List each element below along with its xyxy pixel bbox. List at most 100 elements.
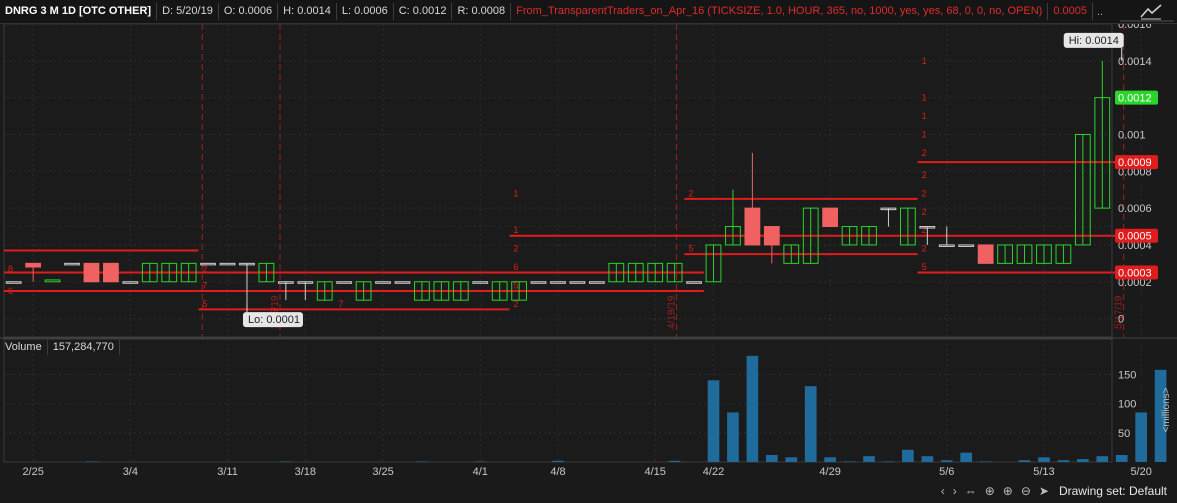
open-label: O: 0.0006 [219,3,279,20]
volume-bar [765,455,778,462]
range-label: R: 0.0008 [452,3,512,20]
volume-bar [940,460,953,462]
high-label: H: 0.0014 [278,3,337,20]
level-annotation: 2 [922,244,927,254]
candle-body [763,226,780,246]
price-axis-label: 0.0006 [1118,203,1152,215]
x-axis-label: 3/4 [123,466,138,478]
x-axis-label: 4/1 [473,466,488,478]
level-annotation: 2 [202,264,207,274]
volume-bar [1057,460,1070,462]
volume-bar [1077,459,1089,462]
level-annotation: 5 [922,262,927,272]
level-annotation: 1 [922,111,927,121]
volume-bar [902,449,914,462]
low-label: L: 0.0006 [337,3,394,20]
volume-bar [552,460,564,462]
zoom-out-icon[interactable]: ⊖ [1021,484,1031,498]
x-axis-label: 3/18 [295,466,316,478]
pan-icon[interactable]: ⇔ [965,484,977,498]
volume-header: Volume 157,284,770 [0,339,120,356]
more-indicator[interactable]: .. [1093,6,1103,18]
x-axis-label: 2/25 [22,466,43,478]
crosshair-icon[interactable]: ⊕ [985,484,995,498]
x-axis-label: 4/29 [819,466,840,478]
callout-label: Hi: 0.0014 [1069,35,1119,47]
symbol-label[interactable]: DNRG 3 M 1D [OTC OTHER] [0,3,158,20]
x-axis-label: 3/11 [217,466,238,478]
price-axis-label: 0 [1118,314,1124,326]
candle-body [977,244,994,264]
volume-bar [85,461,98,462]
volume-bar [280,461,292,462]
cursor-icon[interactable]: ➤ [1039,484,1049,498]
zoom-in-icon[interactable]: ⊕ [1003,484,1013,498]
study-value: 0.0005 [1048,3,1093,20]
volume-title[interactable]: Volume [0,340,48,355]
volume-bar [979,461,992,462]
bottom-tools: ‹ › ⇔ ⊕ ⊕ ⊖ ➤ [941,484,1049,498]
candle-body [25,262,42,268]
level-annotation: 5 [202,299,207,309]
level-annotation: 1 [922,129,927,139]
level-annotation: 2 [922,170,927,180]
volume-bar [1115,455,1128,462]
volume-bar [474,461,487,462]
price-axis-label: 0.0014 [1118,56,1152,68]
x-axis-label: 5/6 [939,466,954,478]
x-axis-label: 4/15 [644,466,665,478]
volume-bar [1135,412,1147,462]
volume-bar [843,461,856,462]
level-annotation: 2 [922,207,927,217]
volume-bar [824,457,836,462]
level-annotation: 6 [513,262,518,272]
volume-bar [921,456,934,462]
volume-axis-label: 50 [1118,428,1130,440]
volume-axis-label: 100 [1118,399,1136,411]
drawing-set-label[interactable]: Drawing set: Default [1059,484,1167,498]
volume-value: 157,284,770 [48,340,120,355]
level-annotation: 1 [513,225,518,235]
x-axis-label: 5/20 [1130,466,1151,478]
volume-axis-label: 150 [1118,370,1136,382]
study-label[interactable]: From_TransparentTraders_on_Apr_16 (TICKS… [511,3,1049,20]
price-bubble-label: 0.0003 [1118,268,1152,280]
level-annotation: 1 [513,188,518,198]
volume-bar [882,461,895,462]
volume-unit-label: <millions> [1161,387,1172,432]
level-annotation: 8 [8,264,13,274]
volume-bar [707,380,720,462]
volume-bar [1038,457,1050,462]
volume-bar [416,461,428,462]
scroll-right-icon[interactable]: › [953,484,957,498]
x-axis-label: 4/22 [703,466,724,478]
level-annotation: 7 [202,280,207,290]
chart-style-icon [1120,4,1174,22]
x-axis-label: 3/25 [372,466,393,478]
chart-header-bar: DNRG 3 M 1D [OTC OTHER] D: 5/20/19 O: 0.… [0,0,1115,24]
candle-body [103,262,119,283]
level-annotation: 1 [922,56,927,66]
close-label: C: 0.0012 [394,3,453,20]
volume-bar [746,355,759,462]
volume-bar [668,460,681,462]
vertical-marker-label: 4/19/19 [667,295,678,329]
volume-bar [727,412,739,462]
level-annotation: 2 [688,188,693,198]
level-annotation: 2 [922,148,927,158]
volume-bar [1096,456,1109,462]
price-bubble-label: 0.0009 [1118,157,1152,169]
chart-style-button[interactable] [1115,0,1177,24]
price-bubble-label: 0.0012 [1118,93,1152,105]
level-annotation: 2 [922,188,927,198]
level-annotation: 5 [688,244,693,254]
volume-bar [1018,460,1031,462]
volume-bar [785,457,798,462]
candle-body [822,207,839,228]
scroll-left-icon[interactable]: ‹ [941,484,945,498]
x-axis-label: 4/8 [550,466,565,478]
chart-canvas: 3/15/194/19/195/17/198627571126522511112… [0,19,1177,478]
price-axis-label: 0.001 [1118,129,1146,141]
date-label: D: 5/20/19 [157,3,219,20]
volume-bar [960,452,973,462]
